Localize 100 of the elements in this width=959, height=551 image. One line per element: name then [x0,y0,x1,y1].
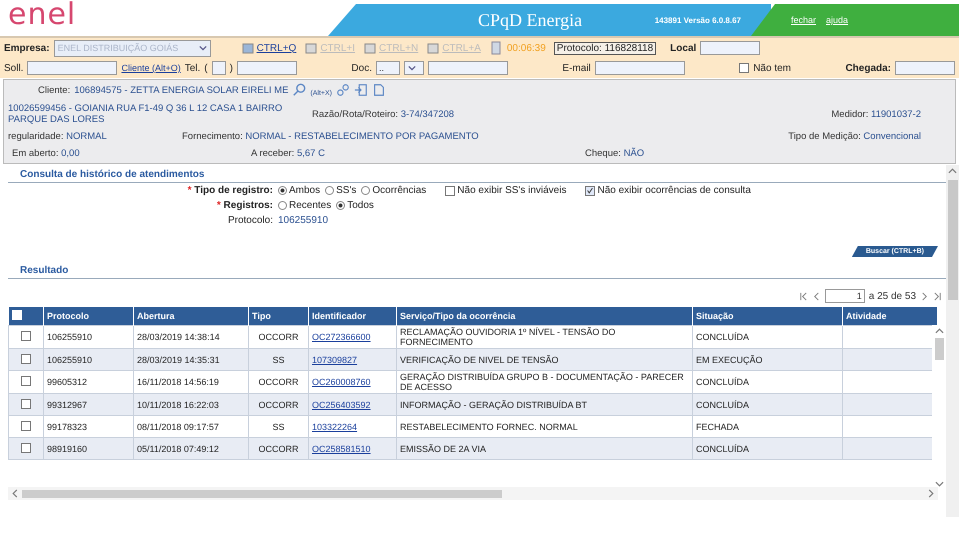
doc-dropdown[interactable] [404,61,424,75]
metering-label: Tipo de Medição: [788,131,861,142]
table-cell: 98919160 [44,438,134,460]
phone-input[interactable] [236,61,297,75]
meter-label: Medidor: [831,108,868,120]
last-page-icon[interactable] [933,292,942,300]
field-label: E-mail [562,62,591,74]
column-header[interactable]: Identificador [308,307,396,326]
column-header[interactable]: Situação [692,307,842,326]
document-icon[interactable] [363,41,378,55]
open-amount-value: 0,00 [61,148,80,159]
table-cell: VERIFICAÇÃO DE NIVEL DE TENSÃO [396,348,692,370]
page-info: a 25 de 53 [868,290,916,302]
link-icon[interactable] [336,83,350,97]
document-icon[interactable] [240,41,255,55]
checkbox-label: Não exibir ocorrências de consulta [597,185,751,196]
arrival-input[interactable] [895,61,955,75]
radio-button[interactable] [325,186,334,195]
enel-logo: enel [7,0,78,34]
scroll-up-icon[interactable] [934,328,944,334]
table-cell: INFORMAÇÃO - GERAÇÃO DISTRIBUÍDA BT [396,394,692,416]
cheque-label: Cheque: [585,148,621,159]
regularity-value: NORMAL [66,131,107,142]
radio-label: Todos [347,200,374,211]
column-header[interactable]: Abertura [134,307,248,326]
table-cell: CONCLUÍDA [692,394,842,416]
field-label: Soll. [4,62,24,74]
column-header[interactable]: Serviço/Tipo da ocorrência [396,307,692,326]
table-cell: CONCLUÍDA [692,438,842,460]
checkbox[interactable] [585,186,596,196]
next-page-icon[interactable] [920,292,929,300]
local-input[interactable] [700,41,760,55]
first-page-icon[interactable] [798,292,808,300]
row-checkbox[interactable] [21,354,31,364]
checkbox[interactable] [739,63,750,73]
scroll-down-icon[interactable] [934,481,944,487]
export-icon[interactable] [354,83,368,97]
row-checkbox[interactable] [21,420,31,430]
scroll-up-icon[interactable] [948,168,957,174]
row-checkbox[interactable] [21,331,31,341]
section-title: Consulta de histórico de atendimentos [8,165,946,183]
row-checkbox[interactable] [21,376,31,386]
horizontal-scrollbar[interactable] [8,487,938,500]
radio-label: Ambos [289,185,320,196]
row-checkbox[interactable] [21,442,31,452]
checkbox-label: Não exibir SS's inviáveis [457,185,566,196]
scroll-thumb[interactable] [934,338,944,360]
required-mark: * [216,200,221,211]
table-cell: 99312967 [44,394,134,416]
scroll-left-icon[interactable] [12,489,18,498]
cheque-value: NÃO [624,148,644,159]
checkbox-label: Não tem [753,62,791,74]
select-all-checkbox[interactable] [12,310,22,320]
column-header[interactable]: Atividade [842,307,938,326]
doc-type-input[interactable]: .. [376,61,400,75]
client-link[interactable]: Cliente (Alt+O) [121,63,181,73]
protocol-value: 106255910 [278,215,328,226]
paren-text: ) [230,62,233,74]
field-label: Empresa: [4,42,50,54]
field-label: Tipo de registro: [194,185,273,196]
section-title: Resultado [8,261,946,279]
doc-input[interactable] [428,61,508,75]
column-header[interactable]: Tipo [248,307,308,326]
page-scrollbar[interactable] [946,165,959,517]
scroll-right-icon[interactable] [928,489,934,498]
client-label: Cliente: [38,84,70,96]
checkbox[interactable] [445,186,456,196]
client-value: 106894575 - ZETTA ENERGIA SOLAR EIRELI ME [74,84,288,96]
table-cell: 10/11/2018 16:22:03 [134,394,248,416]
radio-button[interactable] [278,201,287,210]
scroll-thumb[interactable] [22,490,502,498]
required-mark: * [188,185,192,196]
area-code-input[interactable] [212,61,226,75]
caret-icon [408,65,416,71]
shortcut-link[interactable]: CTRL+Q [256,42,296,54]
caret-icon [198,45,207,51]
document-icon[interactable] [372,83,386,97]
radio-button[interactable] [361,186,370,195]
field-label: Registros: [224,200,273,211]
open-amount-label: Em aberto: [12,148,58,159]
scroll-thumb[interactable] [948,180,958,300]
table-cell: SS [248,348,308,370]
radio-label: SS's [336,185,356,196]
document-icon[interactable] [304,41,318,55]
column-header[interactable]: Protocolo [44,307,134,326]
previous-page-icon[interactable] [812,292,821,300]
address-text: 10026599456 - GOIANIA RUA F1-49 Q 36 L 12 CASA 1 BAIRRO PARQUE DAS LORES [8,103,284,125]
row-checkbox[interactable] [21,398,31,408]
radio-button[interactable] [278,186,287,195]
table-cell: 28/03/2019 14:38:14 [134,326,248,348]
email-input[interactable] [594,61,685,75]
search-icon[interactable] [292,83,306,97]
table-cell: RECLAMAÇÃO OUVIDORIA 1º NÍVEL - TENSÃO DO FORNECIMENTO [396,326,692,348]
table-cell: OCCORR [248,394,308,416]
requester-input[interactable] [27,61,118,75]
receivable-value: 5,67 C [296,148,325,159]
radio-button[interactable] [336,201,346,210]
page-input[interactable]: 1 [824,289,865,303]
document-icon[interactable] [426,41,440,55]
field-label: Tel. [184,62,200,74]
